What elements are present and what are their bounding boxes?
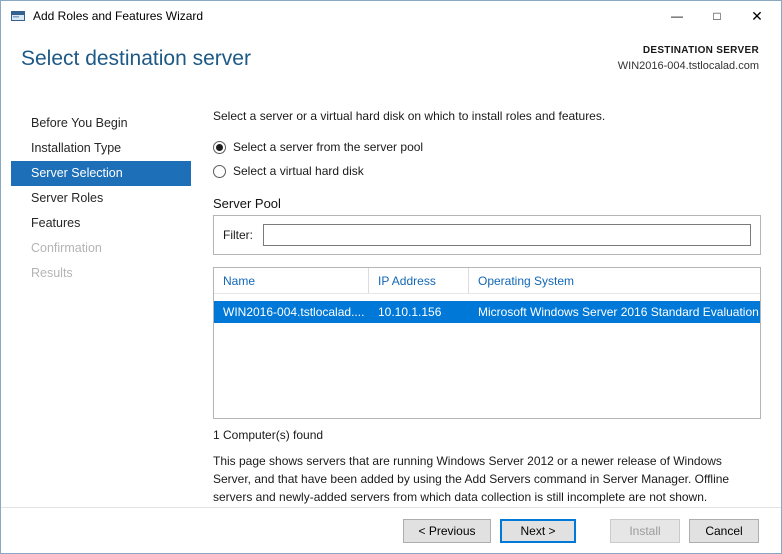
wizard-steps: Before You Begin Installation Type Server … bbox=[1, 95, 201, 507]
wizard-header: Select destination server DESTINATION SE… bbox=[1, 31, 781, 95]
radio-select-a-virtual-hard-disk[interactable]: Select a virtual hard disk bbox=[213, 160, 761, 182]
filter-label: Filter: bbox=[223, 228, 253, 242]
minimize-icon[interactable]: — bbox=[657, 1, 697, 31]
app-icon bbox=[10, 8, 26, 24]
close-icon[interactable]: ✕ bbox=[737, 1, 777, 31]
radio-icon[interactable] bbox=[213, 164, 226, 178]
title-bar: Add Roles and Features Wizard — □ ✕ bbox=[1, 1, 781, 31]
next-button[interactable]: Next > bbox=[500, 518, 576, 543]
column-header-ip-address[interactable]: IP Address bbox=[369, 268, 469, 293]
destination-server-label: DESTINATION SERVER bbox=[642, 45, 759, 56]
radio-icon[interactable] bbox=[213, 140, 226, 154]
column-header-name[interactable]: Name bbox=[214, 268, 369, 293]
cancel-button[interactable]: Cancel bbox=[689, 518, 759, 543]
radio-group: Select a server from the server pool Sele… bbox=[213, 136, 761, 182]
page-description: This page shows servers that are running… bbox=[213, 454, 730, 504]
wizard-window: Add Roles and Features Wizard — □ ✕ Sele… bbox=[0, 0, 782, 554]
install-button: Install bbox=[610, 518, 680, 543]
page-title: Select destination server bbox=[21, 47, 251, 70]
radio-label: Select a virtual hard disk bbox=[233, 164, 364, 178]
table-cell: 10.10.1.156 bbox=[378, 305, 442, 319]
table-cell: WIN2016-004.tstlocalad.... bbox=[223, 305, 365, 319]
previous-button[interactable]: < Previous bbox=[403, 518, 491, 543]
server-pool-table: Name IP Address Operating System WIN2016-0… bbox=[213, 267, 761, 419]
server-table-header: Name IP Address Operating System bbox=[214, 268, 760, 294]
sidebar-item-results: Results bbox=[31, 266, 73, 280]
destination-server-name: WIN2016-004.tstlocalad.com bbox=[617, 60, 759, 72]
server-table-body: WIN2016-004.tstlocalad.... 10.10.1.156 Mic… bbox=[214, 301, 760, 323]
sidebar-item-installation-type[interactable]: Installation Type bbox=[11, 136, 191, 161]
destination-server-block: DESTINATION SERVER WIN2016-004.tstlocala… bbox=[618, 43, 759, 95]
wizard-footer: < Previous Next > Install Cancel bbox=[1, 507, 781, 553]
column-header-operating-system[interactable]: Operating System bbox=[469, 268, 760, 293]
radio-select-a-server-from-the-server-pool[interactable]: Select a server from the server pool bbox=[213, 136, 761, 158]
wizard-body: Before You Begin Installation Type Server … bbox=[1, 95, 781, 507]
main-content: Select a server or a virtual hard disk o… bbox=[201, 95, 781, 507]
sidebar-item-confirmation: Confirmation bbox=[31, 241, 102, 255]
computers-found-text: 1 Computer(s) found bbox=[213, 428, 324, 442]
filter-input[interactable] bbox=[263, 224, 751, 246]
table-cell: Microsoft Windows Server 2016 Standard E… bbox=[478, 305, 759, 319]
window-title: Add Roles and Features Wizard bbox=[33, 9, 204, 23]
maximize-icon[interactable]: □ bbox=[697, 1, 737, 31]
server-table-row[interactable]: WIN2016-004.tstlocalad.... 10.10.1.156 Mic… bbox=[214, 301, 760, 323]
radio-label: Select a server from the server pool bbox=[233, 140, 424, 154]
sidebar-item-server-selection[interactable]: Server Selection bbox=[11, 161, 191, 186]
server-pool-label: Server Pool bbox=[213, 196, 281, 211]
sidebar-item-before-you-begin[interactable]: Before You Begin bbox=[11, 111, 191, 136]
sidebar-item-server-roles[interactable]: Server Roles bbox=[11, 186, 191, 211]
window-controls: — □ ✕ bbox=[657, 1, 781, 31]
intro-text: Select a server or a virtual hard disk o… bbox=[213, 109, 606, 123]
filter-box: Filter: bbox=[213, 215, 761, 255]
sidebar-item-features[interactable]: Features bbox=[11, 211, 191, 236]
